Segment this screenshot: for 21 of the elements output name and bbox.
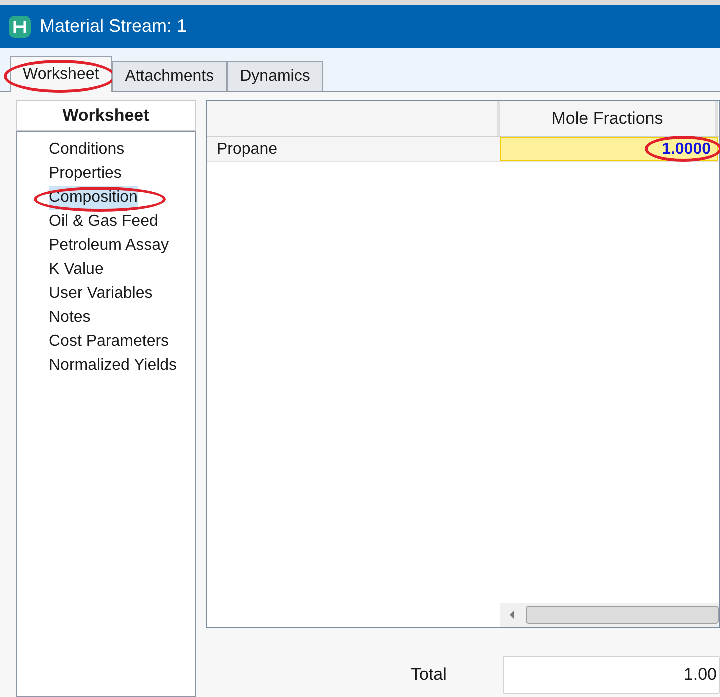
sidebar-item[interactable]: Cost Parameters [49,330,170,354]
sidebar-item[interactable]: Oil & Gas Feed [49,210,158,234]
window-title: Material Stream: 1 [40,15,188,38]
tab[interactable]: Dynamics [227,61,324,91]
row-label: Propane [207,137,500,161]
sidebar-item[interactable]: Notes [49,306,91,330]
sidebar-item[interactable]: Properties [49,162,122,186]
column-header: Mole Fractions [500,101,718,136]
sidebar-item[interactable]: K Value [49,258,104,282]
sidebar-item[interactable]: User Variables [49,282,153,306]
value-cell[interactable]: 1.0000 [500,137,718,161]
total-label: Total [411,664,448,686]
sidebar-header: Worksheet [16,100,196,131]
app-logo-icon [8,14,32,38]
sidebar-item[interactable]: Normalized Yields [49,354,178,378]
sidebar-item[interactable]: Petroleum Assay [49,234,170,258]
sidebar-item[interactable]: Conditions [49,138,125,162]
total-field: 1.00 [503,656,720,694]
scroll-left-arrow-icon[interactable] [508,610,516,620]
scrollbar-thumb[interactable] [526,606,719,624]
tab[interactable]: Attachments [112,61,228,91]
